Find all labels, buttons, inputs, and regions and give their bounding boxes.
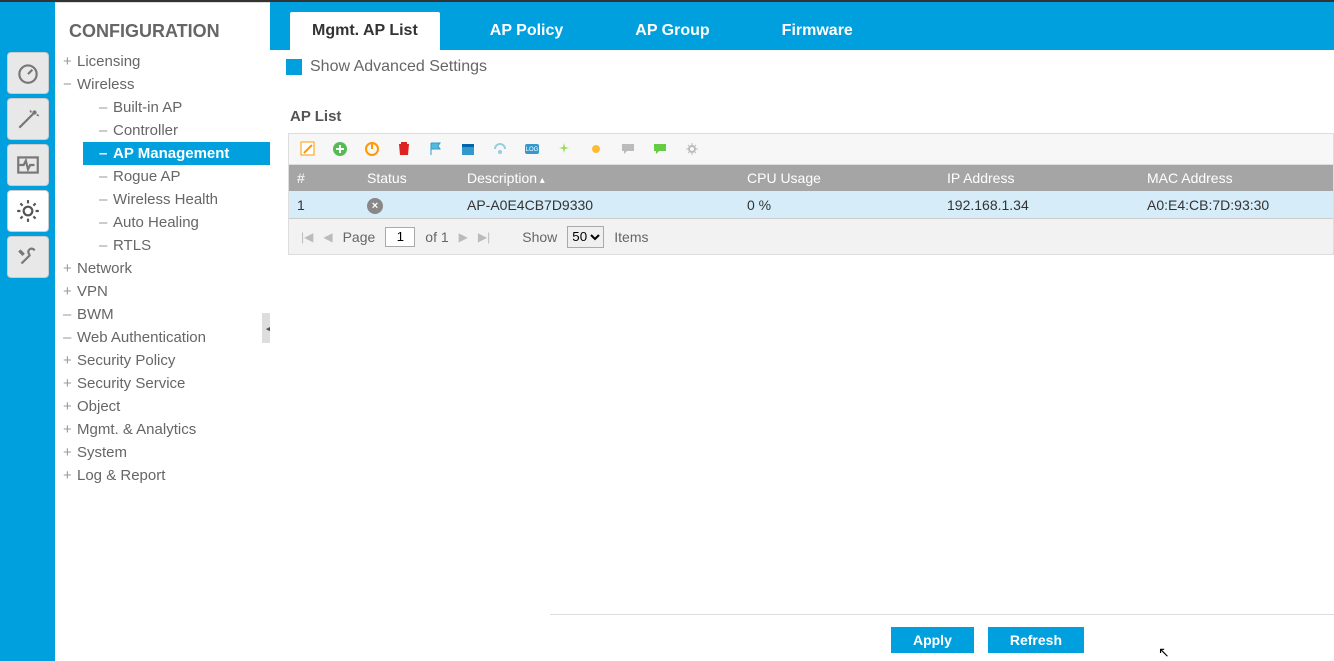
sidebar-item-wireless[interactable]: Wireless <box>55 73 270 96</box>
sidebar-item-licensing[interactable]: Licensing <box>55 50 270 73</box>
col-mac[interactable]: MAC Address <box>1139 170 1333 186</box>
status-offline-icon: × <box>367 198 383 214</box>
edit-icon[interactable] <box>299 140 317 158</box>
log-icon[interactable]: LOG <box>523 140 541 158</box>
section-title: AP List <box>270 84 1334 133</box>
pulse-icon <box>15 152 41 178</box>
page-label: Page <box>343 229 376 245</box>
table-row[interactable]: 1 × AP-A0E4CB7D93300 %192.168.1.34A0:E4:CB… <box>289 191 1333 219</box>
refresh-button[interactable]: Refresh <box>988 627 1084 653</box>
sidebar-item-rtls[interactable]: RTLS <box>83 234 270 257</box>
gear-small-icon[interactable] <box>683 140 701 158</box>
main-content: Mgmt. AP List AP Policy AP Group Firmware S… <box>270 2 1334 661</box>
sidebar-item-ap-management[interactable]: AP Management <box>83 142 270 165</box>
cell-status: × <box>359 196 459 214</box>
cell-mac: A0:E4:CB:7D:93:30 <box>1139 197 1333 213</box>
tab-mgmt-ap-list[interactable]: Mgmt. AP List <box>290 12 440 50</box>
page-size-select[interactable]: 50 <box>567 226 604 248</box>
gear-icon <box>15 198 41 224</box>
sidebar-item-auto-healing[interactable]: Auto Healing <box>83 211 270 234</box>
tab-firmware[interactable]: Firmware <box>760 12 875 50</box>
comment-grey-icon[interactable] <box>619 140 637 158</box>
sidebar-item-mgmt-analytics[interactable]: Mgmt. & Analytics <box>55 418 270 441</box>
sidebar-item-rogue-ap[interactable]: Rogue AP <box>83 165 270 188</box>
add-icon[interactable] <box>331 140 349 158</box>
sidebar-item-object[interactable]: Object <box>55 395 270 418</box>
sidebar-item-security-service[interactable]: Security Service <box>55 372 270 395</box>
tab-ap-policy[interactable]: AP Policy <box>468 12 586 50</box>
sidebar: CONFIGURATION LicensingWirelessBuilt-in … <box>55 2 270 661</box>
sidebar-title: CONFIGURATION <box>55 3 270 50</box>
wand-icon <box>15 106 41 132</box>
footer-buttons: Apply Refresh <box>891 627 1084 653</box>
page-input[interactable] <box>385 227 415 247</box>
page-of: of 1 <box>425 229 448 245</box>
show-label: Show <box>522 229 557 245</box>
cursor-icon: ↖ <box>1158 644 1170 661</box>
col-ip[interactable]: IP Address <box>939 170 1139 186</box>
first-page-icon[interactable]: |◀ <box>301 230 313 244</box>
sidebar-item-web-authentication[interactable]: –Web Authentication <box>55 326 270 349</box>
flag-icon[interactable] <box>427 140 445 158</box>
sidebar-item-bwm[interactable]: –BWM <box>55 303 270 326</box>
ap-list-grid: # Status Description CPU Usage IP Addres… <box>288 165 1334 219</box>
apply-button[interactable]: Apply <box>891 627 974 653</box>
cell-ip: 192.168.1.34 <box>939 197 1139 213</box>
col-status[interactable]: Status <box>359 170 459 186</box>
col-description[interactable]: Description <box>459 170 739 186</box>
cell-description: AP-A0E4CB7D9330 <box>459 197 739 213</box>
cell-cpu: 0 % <box>739 197 939 213</box>
grid-pager: |◀ ◀ Page of 1 ▶ ▶| Show 50 Items <box>288 219 1334 255</box>
configuration-rail-button[interactable] <box>7 190 49 232</box>
col-cpu[interactable]: CPU Usage <box>739 170 939 186</box>
dashboard-rail-button[interactable] <box>7 52 49 94</box>
sidebar-item-system[interactable]: System <box>55 441 270 464</box>
last-page-icon[interactable]: ▶| <box>478 230 490 244</box>
calendar-icon[interactable] <box>459 140 477 158</box>
monitor-rail-button[interactable] <box>7 144 49 186</box>
show-advanced-settings[interactable]: Show Advanced Settings <box>270 50 1334 84</box>
signal-icon[interactable] <box>491 140 509 158</box>
sparkle-icon[interactable] <box>555 140 573 158</box>
power-icon[interactable] <box>363 140 381 158</box>
wizard-rail-button[interactable] <box>7 98 49 140</box>
grid-header: # Status Description CPU Usage IP Addres… <box>289 165 1333 191</box>
sidebar-item-log-report[interactable]: Log & Report <box>55 464 270 487</box>
next-page-icon[interactable]: ▶ <box>459 230 468 244</box>
sidebar-item-built-in-ap[interactable]: Built-in AP <box>83 96 270 119</box>
col-index[interactable]: # <box>289 170 359 186</box>
divider <box>550 614 1334 615</box>
tools-icon <box>15 244 41 270</box>
adv-settings-label: Show Advanced Settings <box>310 58 487 76</box>
grid-icon <box>286 59 302 75</box>
tools-rail-button[interactable] <box>7 236 49 278</box>
items-label: Items <box>614 229 648 245</box>
sidebar-item-network[interactable]: Network <box>55 257 270 280</box>
sun-icon[interactable] <box>587 140 605 158</box>
left-rail <box>0 2 55 661</box>
tab-ap-group[interactable]: AP Group <box>613 12 731 50</box>
sidebar-item-vpn[interactable]: VPN <box>55 280 270 303</box>
tabs-strip: Mgmt. AP List AP Policy AP Group Firmware <box>270 2 1334 50</box>
prev-page-icon[interactable]: ◀ <box>323 230 332 244</box>
sidebar-item-wireless-health[interactable]: Wireless Health <box>83 188 270 211</box>
gauge-icon <box>15 60 41 86</box>
cell-index: 1 <box>289 197 359 213</box>
delete-icon[interactable] <box>395 140 413 158</box>
svg-text:LOG: LOG <box>526 147 539 153</box>
sidebar-item-controller[interactable]: Controller <box>83 119 270 142</box>
comment-green-icon[interactable] <box>651 140 669 158</box>
grid-toolbar: LOG <box>288 133 1334 165</box>
sidebar-item-security-policy[interactable]: Security Policy <box>55 349 270 372</box>
